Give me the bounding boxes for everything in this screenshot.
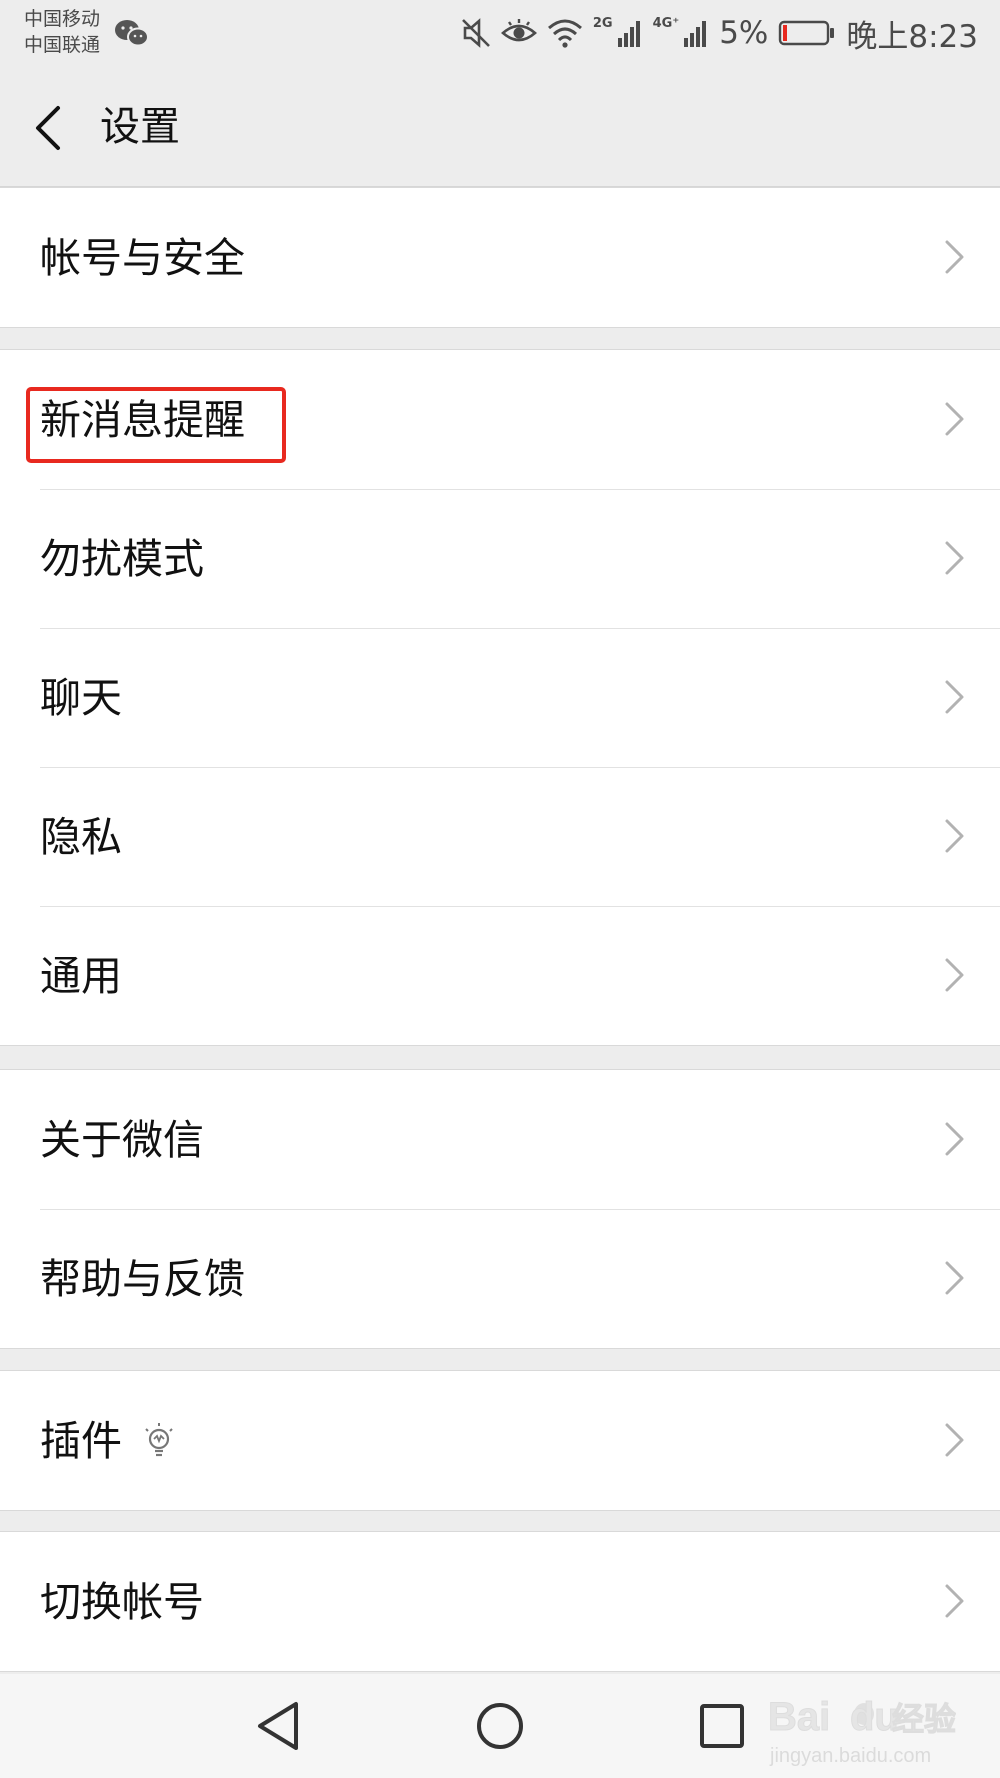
chevron-right-icon [945, 402, 964, 436]
carrier-2: 中国联通 [24, 34, 101, 56]
watermark-brand-cn: 经验 [892, 1701, 956, 1737]
chevron-right-icon [945, 1122, 964, 1156]
chevron-right-icon [945, 1261, 964, 1295]
clock: 晚上8:23 [846, 18, 978, 55]
carrier-1: 中国移动 [24, 8, 101, 30]
battery-icon [779, 20, 835, 46]
back-triangle-icon[interactable] [250, 1696, 310, 1756]
eye-comfort-icon [500, 19, 537, 42]
chevron-right-icon [945, 1423, 964, 1457]
settings-item-account-security[interactable]: 帐号与安全 [0, 188, 1000, 327]
settings-item-label: 插件 [40, 1417, 122, 1465]
chevron-right-icon [945, 240, 964, 274]
network-2g-label: 2G [592, 16, 613, 31]
recents-square-icon[interactable] [692, 1696, 752, 1756]
wechat-icon [115, 20, 149, 47]
settings-item-help-feedback[interactable]: 帮助与反馈 [0, 1209, 1000, 1348]
chevron-right-icon [945, 541, 964, 575]
baidu-jingyan-watermark: Bai du 经验 jingyan.baidu.com [768, 1695, 957, 1768]
settings-item-general[interactable]: 通用 [0, 906, 1000, 1045]
status-bar: 中国移动 中国联通 2G 4G⁺ 5% 晚上8:23 [0, 0, 1000, 68]
lightbulb-icon [145, 1423, 173, 1457]
settings-item-label: 关于微信 [40, 1116, 204, 1164]
chevron-right-icon [945, 1584, 964, 1618]
settings-item-chat[interactable]: 聊天 [0, 628, 1000, 767]
settings-item-label: 帮助与反馈 [40, 1255, 245, 1303]
chevron-right-icon [945, 958, 964, 992]
watermark-brand: Bai [768, 1695, 830, 1739]
network-4g-label: 4G⁺ [652, 16, 680, 31]
settings-group-switch-account: 切换帐号 [0, 1531, 1000, 1672]
settings-item-plugins[interactable]: 插件 [0, 1371, 1000, 1510]
settings-group-about: 关于微信 帮助与反馈 [0, 1069, 1000, 1349]
signal-icon [617, 21, 640, 47]
settings-item-switch-account[interactable]: 切换帐号 [0, 1532, 1000, 1671]
settings-item-do-not-disturb[interactable]: 勿扰模式 [0, 489, 1000, 628]
settings-item-about-wechat[interactable]: 关于微信 [0, 1070, 1000, 1209]
settings-item-label: 勿扰模式 [40, 535, 204, 583]
carrier-info: 中国移动 中国联通 [24, 6, 100, 58]
status-icons: 2G 4G⁺ 5% 晚上8:23 [461, 10, 978, 56]
home-circle-icon[interactable] [470, 1696, 530, 1756]
watermark-url: jingyan.baidu.com [769, 1745, 931, 1767]
settings-item-label: 聊天 [40, 674, 122, 722]
settings-group-account: 帐号与安全 [0, 187, 1000, 328]
mute-icon [461, 18, 490, 48]
chevron-right-icon [945, 680, 964, 714]
wifi-icon [547, 19, 582, 48]
page-title: 设置 [100, 104, 180, 150]
settings-item-label: 切换帐号 [40, 1578, 204, 1626]
settings-item-label: 隐私 [40, 813, 122, 861]
highlight-annotation [26, 387, 286, 463]
chevron-right-icon [945, 819, 964, 853]
title-bar: 设置 [0, 68, 1000, 187]
settings-item-label: 帐号与安全 [40, 234, 245, 282]
signal-icon [684, 21, 707, 47]
settings-item-label: 通用 [40, 952, 122, 1000]
settings-group-plugins: 插件 [0, 1370, 1000, 1511]
settings-item-privacy[interactable]: 隐私 [0, 767, 1000, 906]
battery-percent: 5% [719, 15, 769, 51]
system-nav-bar: Bai du 经验 jingyan.baidu.com [0, 1674, 1000, 1778]
chevron-left-icon[interactable] [26, 100, 76, 156]
